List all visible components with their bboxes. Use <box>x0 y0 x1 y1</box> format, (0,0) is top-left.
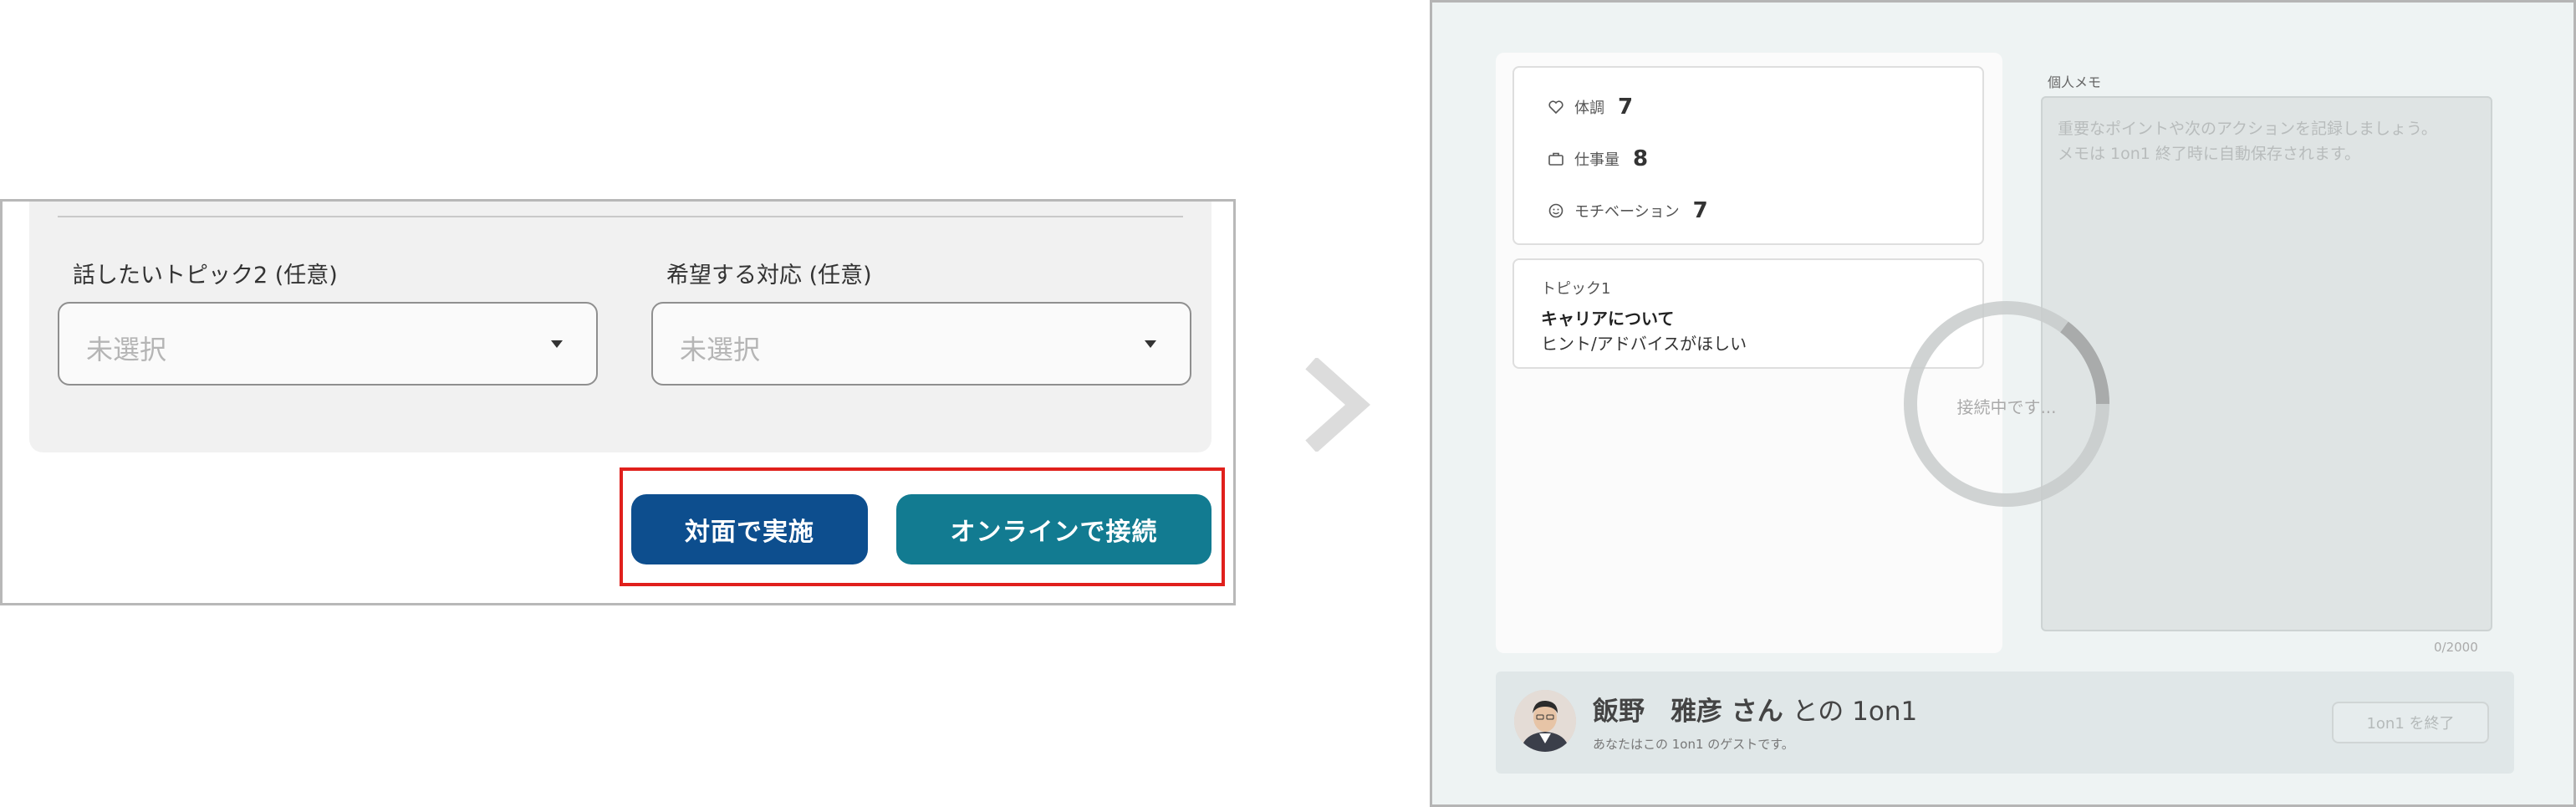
memo-placeholder-line: メモは 1on1 終了時に自動保存されます。 <box>2058 145 2361 163</box>
memo-label: 個人メモ <box>2048 74 2102 90</box>
end-1on1-button[interactable]: 1on1 を終了 <box>2332 702 2489 743</box>
chevron-right-icon <box>1305 358 1371 452</box>
stat-value: 7 <box>1618 94 1634 120</box>
memo-placeholder-line: 重要なポイントや次のアクションを記録しましょう。 <box>2058 120 2437 138</box>
memo-char-counter: 0/2000 <box>2434 640 2478 655</box>
stat-label: 仕事量 <box>1574 151 1620 169</box>
online-connect-button[interactable]: オンラインで接続 <box>896 494 1211 564</box>
smile-icon <box>1548 202 1564 219</box>
chevron-down-icon <box>1145 340 1156 348</box>
topic2-label: 話したいトピック2 (任意) <box>73 263 338 289</box>
guest-subtitle: あなたはこの 1on1 のゲストです。 <box>1593 737 1794 752</box>
stat-label: 体調 <box>1574 100 1604 117</box>
heart-icon <box>1548 99 1564 115</box>
face-to-face-button[interactable]: 対面で実施 <box>631 494 868 564</box>
guest-name-text: 飯野 雅彦 さん <box>1593 697 1783 727</box>
topic-request: ヒント/アドバイスがほしい <box>1541 334 1747 354</box>
form-section: 話したいトピック2 (任意) 希望する対応 (任意) 未選択 未選択 <box>29 202 1211 452</box>
response-label: 希望する対応 (任意) <box>666 263 872 289</box>
topic2-select-value: 未選択 <box>86 334 167 365</box>
avatar <box>1514 690 1576 752</box>
guest-name-suffix: との 1on1 <box>1792 697 1918 727</box>
guest-name: 飯野 雅彦 さん との 1on1 <box>1593 690 1917 728</box>
response-select[interactable]: 未選択 <box>651 302 1191 386</box>
stat-row: 体調 7 <box>1548 94 1633 120</box>
left-screenshot-panel: 話したいトピック2 (任意) 希望する対応 (任意) 未選択 未選択 対面で実施… <box>0 199 1236 605</box>
memo-placeholder: 重要なポイントや次のアクションを記録しましょう。 メモは 1on1 終了時に自動… <box>2058 116 2437 166</box>
right-screenshot-panel: 体調 7 仕事量 8 モチベーション 7 トピック1 キャリアについて ヒント/… <box>1430 0 2576 807</box>
topic-label: トピック1 <box>1541 280 1611 298</box>
stat-value: 7 <box>1692 198 1708 223</box>
chevron-down-icon <box>551 340 563 348</box>
briefcase-icon <box>1548 151 1564 167</box>
stat-row: 仕事量 8 <box>1548 146 1648 171</box>
loading-text: 接続中です... <box>1956 397 2057 417</box>
divider <box>58 216 1183 217</box>
condition-box: 体調 7 仕事量 8 モチベーション 7 <box>1512 66 1984 245</box>
stat-row: モチベーション 7 <box>1548 198 1708 223</box>
stat-label: モチベーション <box>1574 203 1680 221</box>
stat-value: 8 <box>1633 146 1649 171</box>
topic2-select[interactable]: 未選択 <box>58 302 598 386</box>
topic-title: キャリアについて <box>1541 309 1675 329</box>
response-select-value: 未選択 <box>680 334 761 365</box>
